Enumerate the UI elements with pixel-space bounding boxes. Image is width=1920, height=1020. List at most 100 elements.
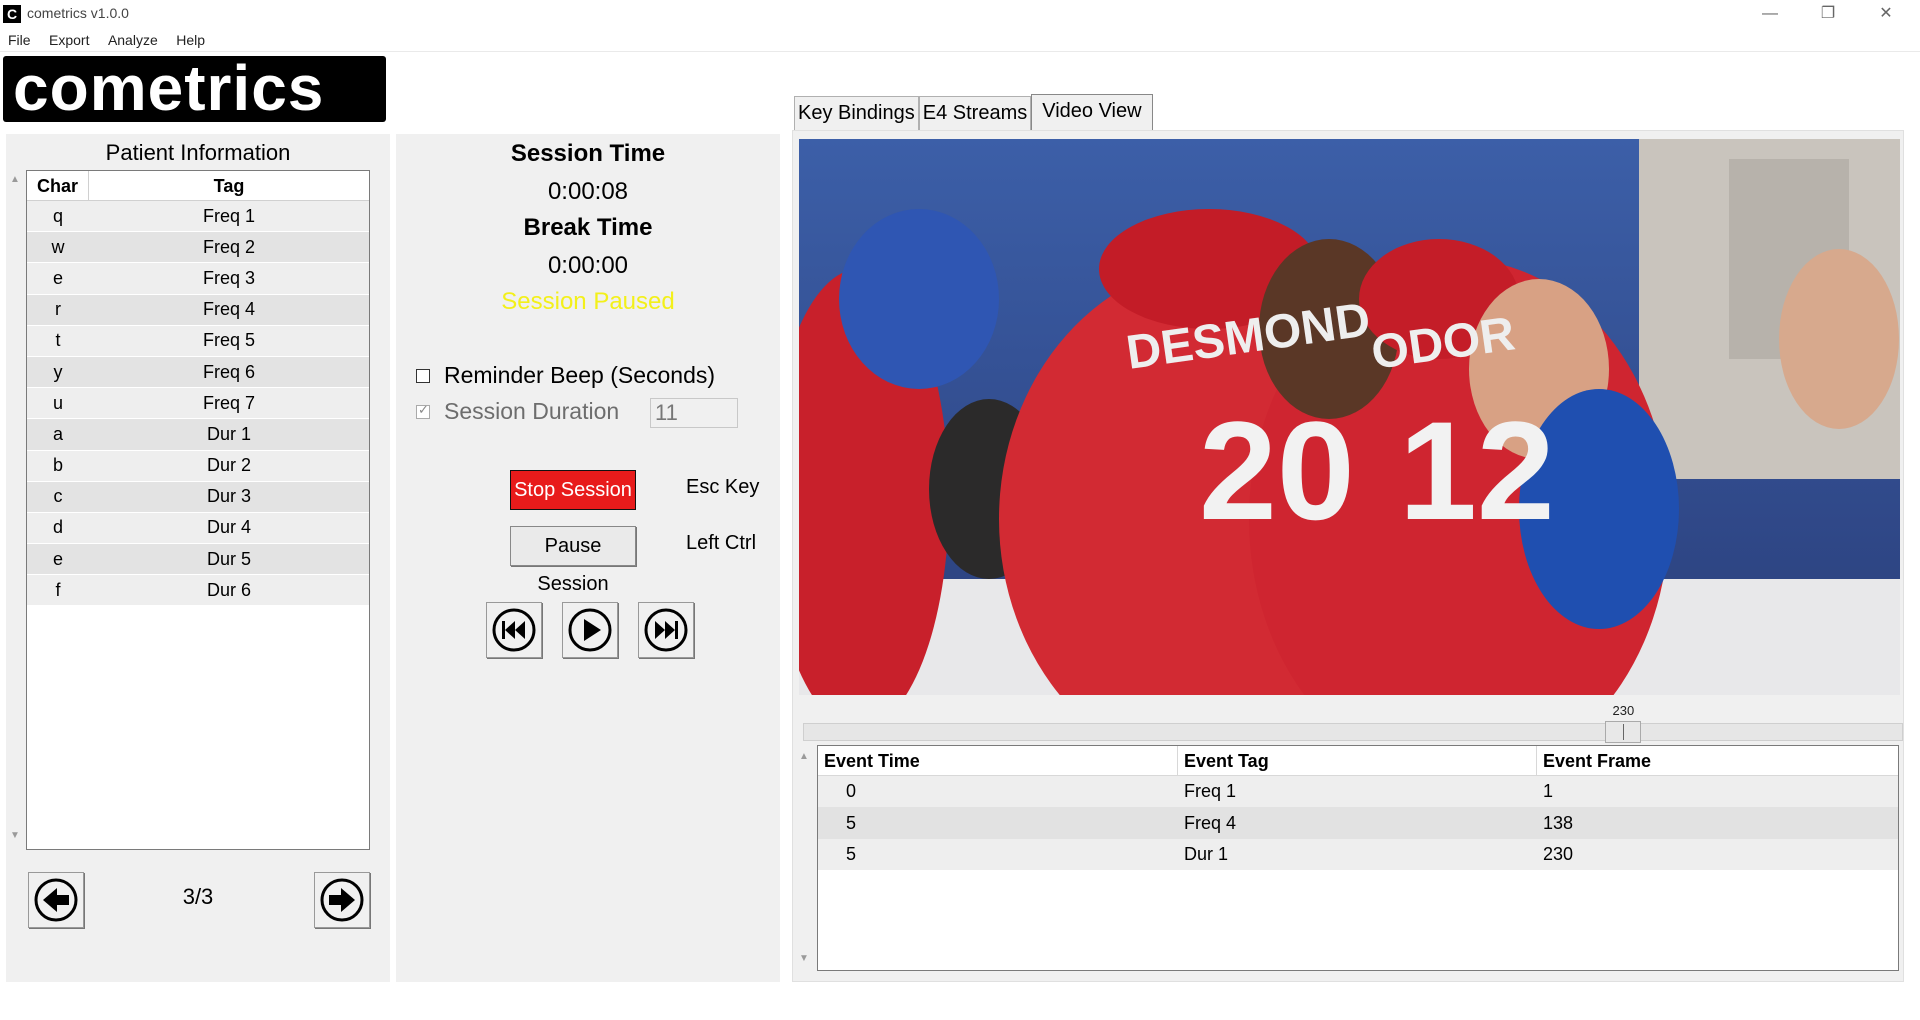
table-row[interactable]: b Dur 2 (27, 450, 369, 482)
close-button[interactable]: ✕ (1858, 0, 1914, 28)
checkbox-icon[interactable] (416, 368, 430, 383)
menu-export[interactable]: Export (41, 30, 95, 48)
cell-tag: Freq 5 (202, 330, 256, 351)
video-seek-slider[interactable] (803, 723, 1903, 741)
checkbox-checked-icon[interactable] (416, 402, 430, 419)
cell-event-frame: 230 (1543, 843, 1574, 864)
cell-event-time: 0 (846, 781, 857, 802)
table-row[interactable]: e Dur 5 (27, 544, 369, 576)
view-tabs: Key Bindings E4 Streams Video View (794, 94, 1153, 130)
cell-char: e (52, 548, 63, 569)
page-indicator: 3/3 (182, 884, 214, 909)
next-page-button[interactable] (314, 872, 370, 928)
arrow-right-icon (320, 878, 364, 922)
video-player[interactable]: DESMOND ODOR 20 12 (799, 139, 1900, 695)
arrow-left-icon (34, 878, 78, 922)
table-row[interactable]: u Freq 7 (27, 388, 369, 420)
table-body: q Freq 1 w Freq 2 e Freq 3 r Freq 4 t Freq 5 y Freq… (27, 201, 369, 607)
cell-event-tag: Freq 4 (1184, 812, 1237, 833)
table-row[interactable]: f Dur 6 (27, 575, 369, 607)
skip-forward-button[interactable] (638, 602, 694, 658)
column-header-event-time[interactable]: Event Time (818, 746, 1178, 775)
key-bindings-table: Char Tag q Freq 1 w Freq 2 e Freq 3 r Freq 4 t Fr… (26, 170, 370, 850)
cell-char: q (52, 205, 63, 226)
tab-e4-streams[interactable]: E4 Streams (918, 96, 1032, 130)
column-header-event-frame[interactable]: Event Frame (1537, 746, 1898, 775)
table-row[interactable]: w Freq 2 (27, 232, 369, 264)
slider-thumb[interactable] (1604, 721, 1641, 743)
skip-back-button[interactable] (486, 602, 542, 658)
jersey-number-1: 20 (1199, 392, 1355, 549)
cell-char: w (51, 236, 65, 257)
minimize-button[interactable]: — (1742, 0, 1798, 28)
menu-help[interactable]: Help (168, 30, 211, 48)
session-time-label: Session Time (510, 140, 666, 167)
break-time-value: 0:00:00 (547, 252, 629, 279)
cell-event-tag: Dur 1 (1184, 843, 1229, 864)
tab-key-bindings[interactable]: Key Bindings (794, 96, 919, 130)
reminder-beep-checkbox[interactable]: Reminder Beep (Seconds) (416, 362, 715, 389)
session-duration-checkbox[interactable]: Session Duration (416, 398, 619, 425)
cell-event-frame: 138 (1543, 812, 1574, 833)
events-scroll-up-icon[interactable]: ▲ (797, 751, 811, 762)
reminder-beep-label: Reminder Beep (Seconds) (444, 362, 716, 388)
menu-analyze[interactable]: Analyze (100, 30, 164, 48)
column-header-tag[interactable]: Tag (89, 171, 369, 201)
restore-button[interactable]: ❐ (1800, 0, 1856, 28)
cell-tag: Dur 3 (206, 486, 251, 507)
play-button[interactable] (562, 602, 618, 658)
table-row[interactable]: y Freq 6 (27, 356, 369, 389)
stop-key-hint: Esc Key (686, 476, 760, 498)
table-row[interactable]: r Freq 4 (27, 294, 369, 326)
cell-tag: Freq 3 (202, 267, 256, 288)
cell-char: y (53, 361, 63, 382)
menu-file[interactable]: File (0, 30, 37, 48)
session-duration-label: Session Duration (444, 398, 620, 424)
cell-char: t (55, 330, 61, 351)
table-row[interactable]: 5 Freq 4 138 (818, 807, 1898, 839)
table-row[interactable]: c Dur 3 (27, 481, 369, 513)
cell-tag: Dur 1 (206, 423, 251, 444)
cell-tag: Freq 4 (202, 299, 256, 320)
stop-session-button[interactable]: Stop Session (510, 470, 636, 510)
cell-tag: Dur 5 (206, 548, 251, 569)
cell-tag: Dur 4 (206, 517, 251, 538)
table-row[interactable]: e Freq 3 (27, 263, 369, 295)
events-scroll-down-icon[interactable]: ▼ (797, 953, 811, 964)
table-row[interactable]: 5 Dur 1 230 (818, 838, 1898, 871)
previous-page-button[interactable] (28, 872, 84, 928)
scroll-down-icon[interactable]: ▼ (8, 830, 22, 841)
events-table-header: Event Time Event Tag Event Frame (818, 746, 1898, 776)
menu-bar: File Export Analyze Help (0, 30, 1920, 52)
cell-char: b (52, 455, 63, 476)
cell-char: f (55, 579, 61, 600)
pause-key-hint: Left Ctrl (686, 532, 757, 554)
table-row[interactable]: t Freq 5 (27, 325, 369, 357)
session-panel: Session Time 0:00:08 Break Time 0:00:00 … (396, 134, 780, 982)
cell-char: d (52, 517, 63, 538)
table-row[interactable]: d Dur 4 (27, 512, 369, 545)
column-header-event-tag[interactable]: Event Tag (1178, 746, 1537, 775)
cell-char: a (52, 423, 63, 444)
cell-char: c (53, 486, 63, 507)
title-bar: C cometrics v1.0.0 — ❐ ✕ (0, 0, 1920, 28)
patient-info-panel: Patient Information ▲ ▼ Char Tag q Freq 1… (6, 134, 390, 982)
cell-tag: Freq 6 (202, 361, 256, 382)
session-duration-input[interactable]: 11 (650, 398, 738, 428)
scroll-up-icon[interactable]: ▲ (8, 174, 22, 185)
cell-tag: Freq 1 (202, 205, 256, 226)
table-row[interactable]: 0 Freq 1 1 (818, 776, 1898, 808)
cell-tag: Freq 7 (202, 392, 256, 413)
column-header-char[interactable]: Char (27, 171, 89, 200)
pause-session-button[interactable]: Pause Session (510, 526, 636, 595)
table-row[interactable]: a Dur 1 (27, 419, 369, 451)
panel-title: Patient Information (105, 140, 291, 165)
table-row[interactable]: q Freq 1 (27, 201, 369, 233)
app-logo: cometrics (3, 56, 386, 122)
app-icon: C (3, 5, 21, 23)
cell-char: e (52, 267, 63, 288)
tab-video-view[interactable]: Video View (1031, 94, 1153, 130)
cell-tag: Dur 2 (206, 455, 251, 476)
cell-event-tag: Freq 1 (1184, 781, 1237, 802)
table-header: Char Tag (27, 171, 369, 201)
